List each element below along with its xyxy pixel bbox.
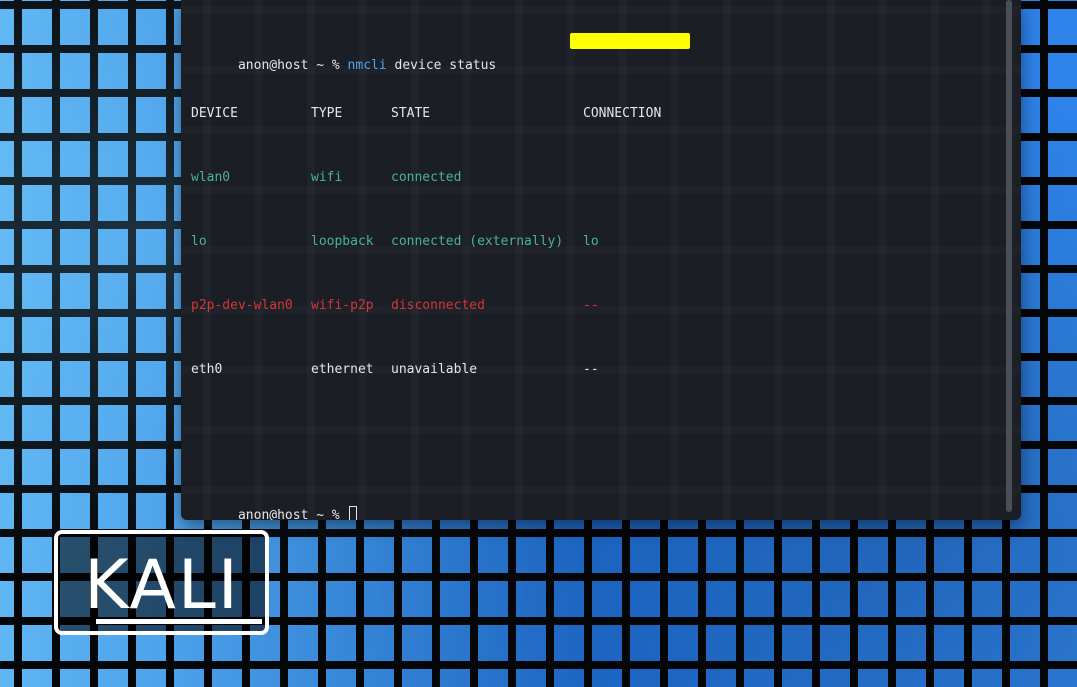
table-row: p2p-dev-wlan0 wifi-p2p disconnected -- <box>191 298 1001 314</box>
terminal-window[interactable]: anon@host ~ % nmcli device status DEVICE… <box>181 0 1021 520</box>
header-state: STATE <box>391 106 431 121</box>
row-state: unavailable <box>391 362 478 377</box>
row-device: wlan0 <box>191 170 231 185</box>
shell-prompt: anon@host ~ % <box>237 508 348 520</box>
table-header-row: DEVICE TYPE STATE CONNECTION <box>191 106 1001 122</box>
row-device: lo <box>191 234 207 249</box>
kali-logo: KALI <box>54 530 269 635</box>
row-connection: -- <box>583 298 599 313</box>
row-state: disconnected <box>391 298 485 313</box>
text-cursor <box>348 506 357 520</box>
table-row: eth0 ethernet unavailable -- <box>191 362 1001 378</box>
command-args: device status <box>386 58 497 73</box>
table-row: lo loopback connected (externally) lo <box>191 234 1001 250</box>
row-state: connected (externally) <box>391 234 564 249</box>
header-device: DEVICE <box>191 106 238 121</box>
terminal-output: anon@host ~ % nmcli device status DEVICE… <box>191 10 1001 520</box>
input-line[interactable]: anon@host ~ % <box>191 490 1001 520</box>
row-connection: lo <box>583 234 599 249</box>
row-device: p2p-dev-wlan0 <box>191 298 293 313</box>
row-state: connected <box>391 170 462 185</box>
command-line: anon@host ~ % nmcli device status <box>191 42 1001 73</box>
header-connection: CONNECTION <box>583 106 662 121</box>
header-type: TYPE <box>311 106 343 121</box>
kali-logo-text: KALI <box>84 546 240 625</box>
row-type: loopback <box>311 234 374 249</box>
row-device: eth0 <box>191 362 223 377</box>
terminal-scrollbar[interactable] <box>1006 0 1012 512</box>
row-type: ethernet <box>311 362 374 377</box>
scrollbar-thumb[interactable] <box>1006 0 1012 512</box>
row-type: wifi <box>311 170 343 185</box>
kali-logo-underline <box>96 619 262 624</box>
table-row: wlan0 wifi connected <box>191 170 1001 186</box>
row-type: wifi-p2p <box>311 298 374 313</box>
shell-prompt: anon@host ~ % <box>237 58 348 73</box>
row-connection: -- <box>583 362 599 377</box>
command-name: nmcli <box>347 58 387 73</box>
